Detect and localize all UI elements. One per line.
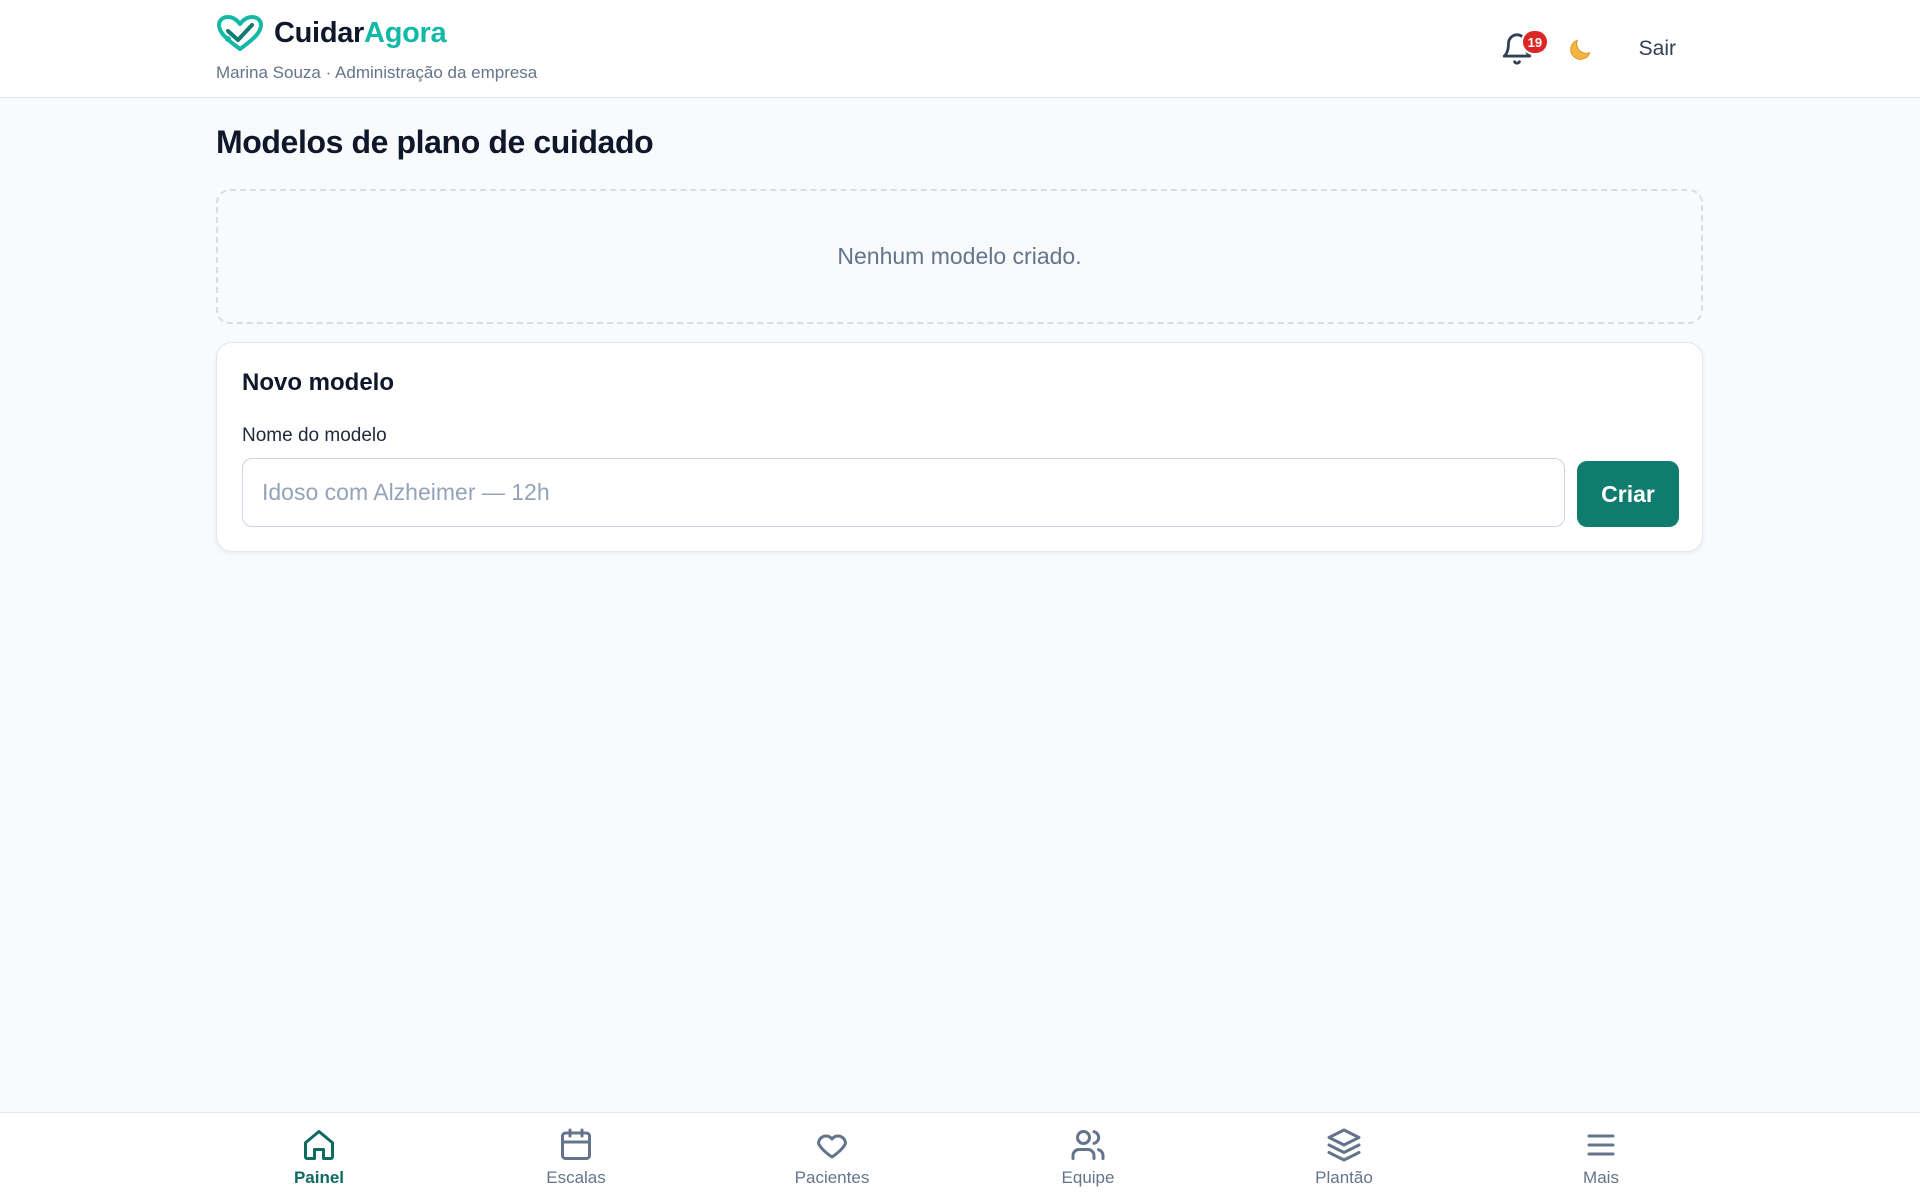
nav-item-plantao[interactable]: Plantão xyxy=(1274,1113,1414,1200)
nav-label: Escalas xyxy=(546,1168,606,1187)
moon-icon xyxy=(1569,39,1591,60)
brand-logo-link[interactable]: CuidarAgora xyxy=(216,14,447,52)
nav-label: Mais xyxy=(1583,1168,1619,1187)
heart-check-logo-icon xyxy=(217,15,263,51)
header-actions: 19 Sair xyxy=(1495,24,1684,74)
nav-label: Equipe xyxy=(1061,1168,1115,1187)
logout-button[interactable]: Sair xyxy=(1631,31,1684,67)
app-header: CuidarAgora Marina Souza · Administração… xyxy=(0,0,1920,98)
nav-item-equipe[interactable]: Equipe xyxy=(1018,1113,1158,1200)
create-model-button[interactable]: Criar xyxy=(1577,461,1679,527)
nav-item-pacientes[interactable]: Pacientes xyxy=(762,1113,902,1200)
model-name-label: Nome do modelo xyxy=(242,425,387,446)
notifications-button[interactable]: 19 xyxy=(1495,27,1550,71)
layers-icon xyxy=(1327,1128,1361,1162)
new-model-card: Novo modelo Nome do modelo Criar xyxy=(216,342,1703,552)
nav-label: Painel xyxy=(293,1168,345,1187)
new-model-title: Novo modelo xyxy=(242,369,395,396)
users-icon xyxy=(1071,1130,1105,1160)
menu-icon xyxy=(1587,1134,1615,1156)
model-name-input[interactable] xyxy=(242,458,1565,527)
nav-item-mais[interactable]: Mais xyxy=(1531,1113,1671,1200)
heart-icon xyxy=(817,1134,847,1159)
home-icon xyxy=(304,1130,334,1160)
empty-state-message: Nenhum modelo criado. xyxy=(837,243,1082,269)
nav-label: Plantão xyxy=(1315,1168,1373,1187)
nav-item-escalas[interactable]: Escalas xyxy=(506,1113,646,1200)
bottom-nav: Painel Escalas Pacientes Equipe Plantão … xyxy=(0,1112,1920,1200)
nav-item-painel[interactable]: Painel xyxy=(249,1113,389,1200)
brand-name: CuidarAgora xyxy=(274,16,447,49)
empty-state: Nenhum modelo criado. xyxy=(216,189,1703,324)
calendar-icon xyxy=(561,1128,591,1160)
theme-toggle-button[interactable] xyxy=(1559,27,1603,71)
page-title: Modelos de plano de cuidado xyxy=(216,124,654,160)
notification-badge: 19 xyxy=(1520,29,1550,55)
nav-label: Pacientes xyxy=(794,1168,870,1187)
user-context: Marina Souza · Administração da empresa xyxy=(216,63,538,82)
